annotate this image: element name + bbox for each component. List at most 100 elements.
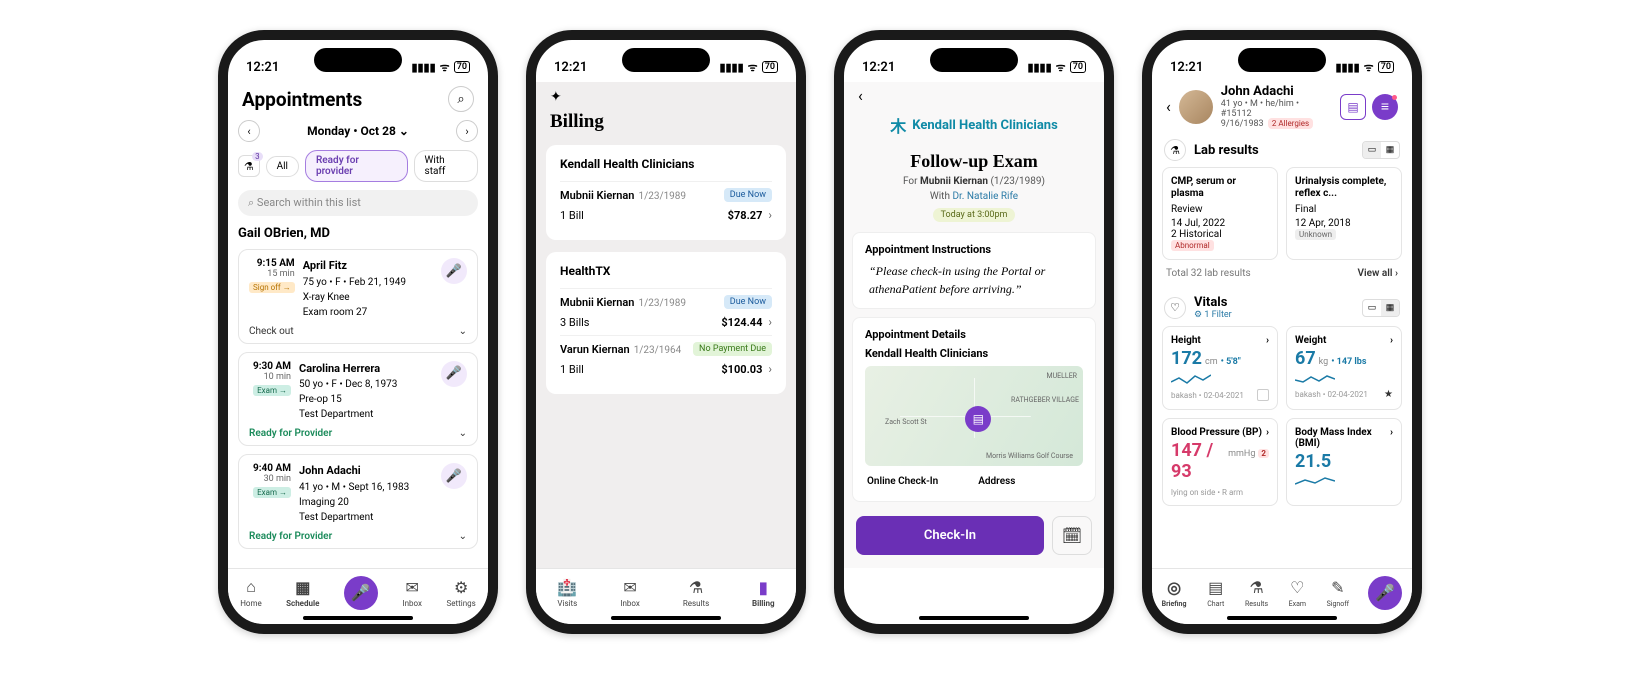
wifi-icon: ᯤ bbox=[1056, 60, 1066, 75]
lab-card[interactable]: CMP, serum or plasma Review 14 Jul, 2022… bbox=[1162, 167, 1278, 260]
search-icon: ⌕ bbox=[248, 196, 254, 209]
tab-home[interactable]: ⌂Home bbox=[240, 577, 262, 608]
tab-inbox[interactable]: ✉Inbox bbox=[620, 577, 640, 608]
lab-card[interactable]: Urinalysis complete, reflex c... Final 1… bbox=[1286, 167, 1402, 260]
appt-footer-status: Ready for Provider bbox=[249, 428, 332, 439]
bill-patient-name: Varun Kiernan bbox=[560, 343, 630, 356]
search-input[interactable]: ⌕ Search within this list bbox=[238, 190, 478, 216]
bill-count: 1 Bill bbox=[560, 363, 584, 376]
expand-button[interactable]: ⌄ bbox=[459, 531, 467, 542]
menu-button[interactable]: ≡ bbox=[1372, 94, 1398, 120]
appointment-card[interactable]: 9:40 AM 30 min Exam → John Adachi 41 yo … bbox=[238, 454, 478, 549]
tab-results[interactable]: ⚗Results bbox=[683, 577, 709, 608]
filter-button[interactable]: ⚗ 3 bbox=[238, 155, 260, 177]
lab-status: Final bbox=[1295, 204, 1393, 215]
note-button[interactable]: ▤ bbox=[1340, 94, 1366, 120]
appointment-card[interactable]: 9:30 AM 10 min Exam → Carolina Herrera 5… bbox=[238, 352, 478, 447]
vitals-filter[interactable]: ⚙ 1 Filter bbox=[1194, 310, 1232, 320]
dictate-button[interactable]: 🎤 bbox=[441, 463, 467, 489]
star-icon[interactable]: ★ bbox=[1384, 389, 1393, 400]
vitals-view-toggle[interactable]: ▭ ▦ bbox=[1362, 299, 1400, 317]
home-indicator bbox=[1227, 616, 1337, 620]
back-button[interactable]: ‹ bbox=[852, 82, 1096, 109]
tab-inbox[interactable]: ✉Inbox bbox=[402, 577, 422, 608]
home-indicator bbox=[919, 616, 1029, 620]
notch bbox=[1238, 48, 1326, 72]
billing-row[interactable]: Mubnii Kiernan1/23/1989 Due Now 1 Bill $… bbox=[560, 181, 772, 228]
tab-briefing[interactable]: ◎Briefing bbox=[1162, 578, 1187, 608]
tab-results[interactable]: ⚗Results bbox=[1245, 578, 1268, 608]
expand-button[interactable]: ⌄ bbox=[459, 428, 467, 439]
filter-count-badge: 3 bbox=[252, 152, 263, 161]
tab-settings[interactable]: ⚙Settings bbox=[447, 577, 476, 608]
address-label[interactable]: Address bbox=[978, 476, 1015, 487]
appt-status-tag: Exam → bbox=[253, 487, 291, 498]
status-time: 12:21 bbox=[1170, 60, 1203, 75]
appt-duration: 10 min bbox=[249, 372, 291, 382]
date-picker[interactable]: Monday • Oct 28 ⌄ bbox=[307, 124, 409, 138]
avatar[interactable] bbox=[1179, 90, 1213, 124]
status-time: 12:21 bbox=[554, 60, 587, 75]
signal-icon: ▮▮▮▮ bbox=[1335, 61, 1359, 74]
chip-all[interactable]: All bbox=[266, 156, 299, 177]
sparkline bbox=[1295, 474, 1393, 488]
provider-link[interactable]: Dr. Natalie Rife bbox=[952, 191, 1018, 202]
dictate-button[interactable]: 🎤 bbox=[441, 258, 467, 284]
vital-bmi[interactable]: Body Mass Index (BMI)› 21.5 bbox=[1286, 418, 1402, 506]
instructions-quote: “Please check-in using the Portal or ath… bbox=[865, 262, 1083, 298]
chevron-right-icon: › bbox=[1390, 335, 1393, 346]
status-icons: ▮▮▮▮ ᯤ 70 bbox=[411, 60, 470, 75]
map[interactable]: MUELLER RATHGEBER VILLAGE Zach Scott St … bbox=[865, 366, 1083, 466]
labs-title: Lab results bbox=[1194, 143, 1354, 158]
prev-day-button[interactable]: ‹ bbox=[238, 120, 260, 142]
tab-chart[interactable]: ▤Chart bbox=[1206, 578, 1226, 608]
tab-mic[interactable]: 🎤 bbox=[344, 576, 378, 610]
billing-row[interactable]: Varun Kiernan1/23/1964 No Payment Due 1 … bbox=[560, 335, 772, 382]
billing-row[interactable]: Mubnii Kiernan1/23/1989 Due Now 3 Bills … bbox=[560, 288, 772, 335]
chip-ready[interactable]: Ready for provider bbox=[305, 150, 408, 182]
bill-patient-dob: 1/23/1989 bbox=[638, 298, 686, 309]
tab-exam[interactable]: ♡Exam bbox=[1287, 578, 1307, 608]
tab-mic[interactable]: 🎤 bbox=[1368, 576, 1402, 610]
labs-view-toggle[interactable]: ▭ ▦ bbox=[1362, 141, 1400, 159]
expand-button[interactable]: ⌄ bbox=[459, 326, 467, 337]
allergies-pill[interactable]: 2 Allergies bbox=[1268, 118, 1313, 129]
checkbox[interactable] bbox=[1257, 389, 1269, 401]
settings-button[interactable]: ✦ bbox=[550, 89, 562, 105]
status-icons: ▮▮▮▮ᯤ70 bbox=[1335, 60, 1394, 75]
appt-reason: Imaging 20 bbox=[299, 497, 349, 508]
back-button[interactable]: ‹ bbox=[1166, 97, 1171, 116]
tab-visits[interactable]: 🏥Visits bbox=[557, 577, 577, 608]
notch bbox=[930, 48, 1018, 72]
appt-time: 9:30 AM bbox=[253, 361, 291, 372]
next-day-button[interactable]: › bbox=[456, 120, 478, 142]
tab-billing[interactable]: ▮Billing bbox=[752, 577, 775, 608]
dictate-button[interactable]: 🎤 bbox=[441, 361, 467, 387]
details-title: Appointment Details bbox=[865, 328, 1083, 341]
appt-time: 9:15 AM bbox=[257, 258, 295, 269]
tab-schedule[interactable]: ▦Schedule bbox=[286, 577, 319, 608]
status-icons: ▮▮▮▮ᯤ70 bbox=[1027, 60, 1086, 75]
checkin-button[interactable]: Check-In bbox=[856, 516, 1044, 555]
tab-signoff[interactable]: ✎Signoff bbox=[1327, 578, 1350, 608]
chart-icon: ▤ bbox=[1206, 578, 1226, 598]
online-checkin-label[interactable]: Online Check-In bbox=[867, 476, 938, 487]
billing-group: HealthTX Mubnii Kiernan1/23/1989 Due Now… bbox=[546, 252, 786, 394]
appt-location: Test Department bbox=[299, 512, 373, 523]
vital-bp[interactable]: Blood Pressure (BP)› 147 / 93mmHg2 lying… bbox=[1162, 418, 1278, 506]
add-to-calendar-button[interactable]: 🗓 bbox=[1052, 516, 1092, 555]
visits-icon: 🏥 bbox=[557, 577, 577, 597]
filter-icon: ⚗ bbox=[244, 160, 254, 173]
view-all-link[interactable]: View all › bbox=[1358, 268, 1398, 279]
inbox-icon: ✉ bbox=[620, 577, 640, 597]
page-title: Billing bbox=[536, 107, 796, 145]
search-button[interactable]: ⌕ bbox=[448, 86, 474, 112]
lab-date: 12 Apr, 2018 bbox=[1295, 218, 1393, 229]
appointment-card[interactable]: 9:15 AM 15 min Sign off → April Fitz 75 … bbox=[238, 249, 478, 344]
chip-staff[interactable]: With staff bbox=[414, 150, 478, 182]
vital-weight[interactable]: Weight› 67kg• 147 lbs bakash • 02-04-202… bbox=[1286, 326, 1402, 410]
vital-height[interactable]: Height› 172cm• 5'8" bakash • 02-04-2021 bbox=[1162, 326, 1278, 410]
bill-patient-dob: 1/23/1989 bbox=[638, 191, 686, 202]
patient-name: John Adachi bbox=[1221, 84, 1332, 99]
labs-icon: ⚗ bbox=[1164, 139, 1186, 161]
